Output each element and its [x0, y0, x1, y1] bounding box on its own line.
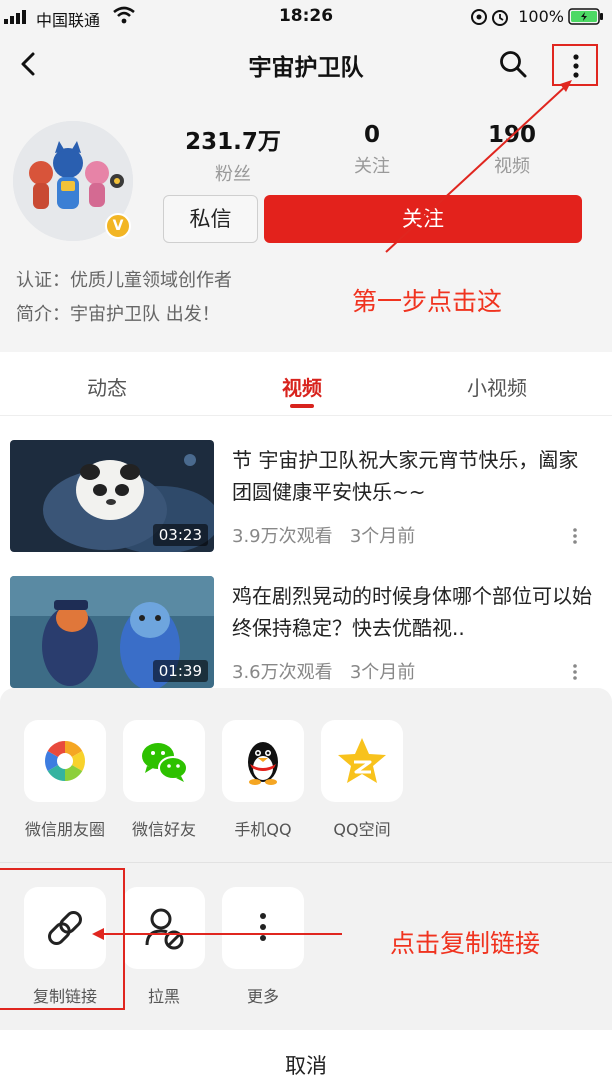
annotation-arrows — [92, 80, 572, 940]
app-screen: 中国联通 18:26 100% 宇宙护卫队 V 231.7万 粉丝 0 关注 视… — [0, 0, 612, 1077]
annotation-arrow-step1 — [385, 80, 572, 253]
annotation-arrow-step2 — [92, 928, 342, 940]
